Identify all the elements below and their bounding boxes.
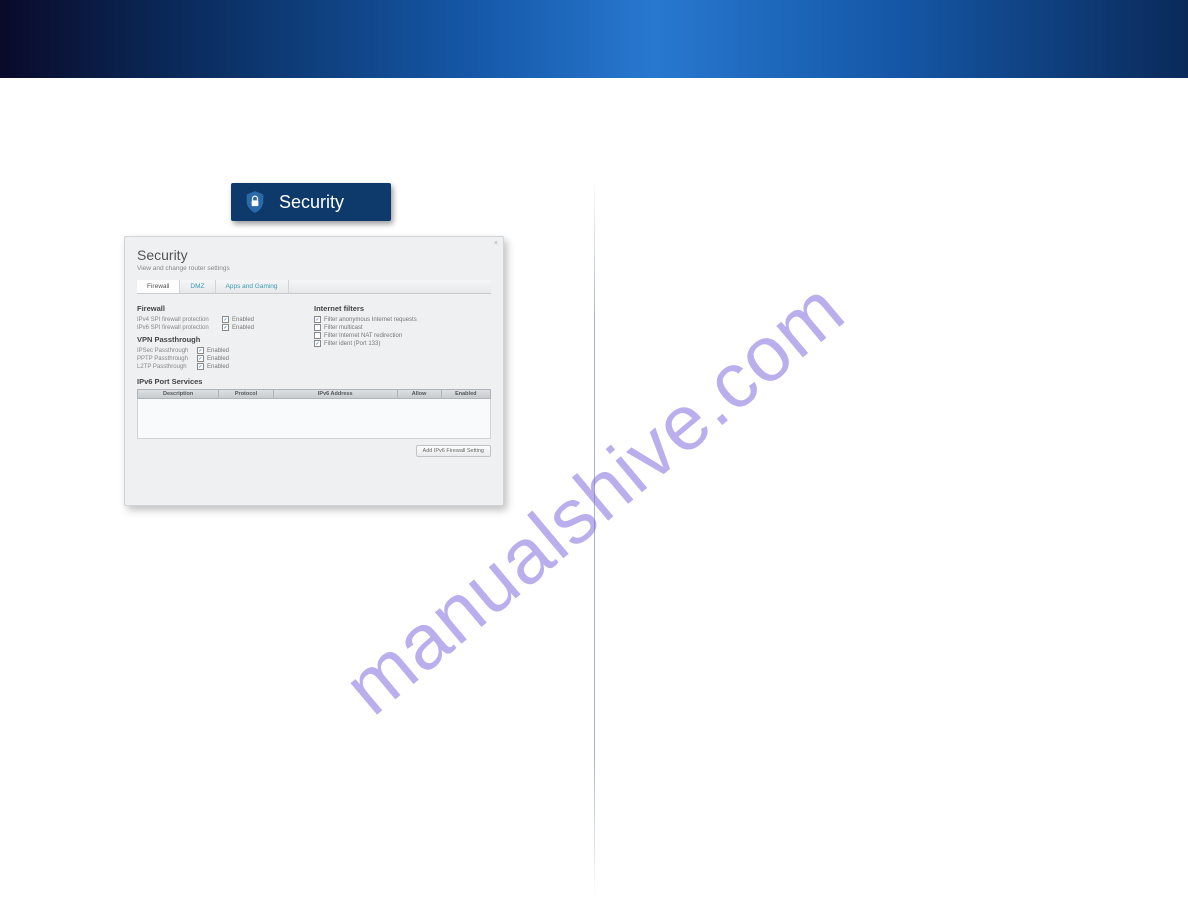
form-body: Firewall IPv4 SPI firewall protection En… xyxy=(137,300,491,371)
filter-row-nat: Filter Internet NAT redirection xyxy=(314,332,491,339)
vpn-heading: VPN Passthrough xyxy=(137,335,314,344)
shield-lock-icon xyxy=(245,191,265,213)
firewall-heading: Firewall xyxy=(137,304,314,313)
vpn-row-ipsec: IPSec Passthrough Enabled xyxy=(137,347,314,354)
row-label: IPv6 SPI firewall protection xyxy=(137,325,222,331)
tab-apps-gaming[interactable]: Apps and Gaming xyxy=(216,280,289,293)
security-badge-label: Security xyxy=(279,192,344,213)
row-label: Filter anonymous Internet requests xyxy=(324,317,417,323)
row-value: Enabled xyxy=(232,325,254,331)
checkbox-icon[interactable] xyxy=(197,347,204,354)
th-allow: Allow xyxy=(398,390,442,398)
checkbox-icon[interactable] xyxy=(314,316,321,323)
table-header: Description Protocol IPv6 Address Allow … xyxy=(137,389,491,399)
panel-title: Security xyxy=(137,247,491,263)
ipv6-port-services: IPv6 Port Services Description Protocol … xyxy=(137,377,491,439)
panel-subtitle: View and change router settings xyxy=(137,265,491,272)
tabs: Firewall DMZ Apps and Gaming xyxy=(137,280,491,294)
firewall-row-ipv6: IPv6 SPI firewall protection Enabled xyxy=(137,324,314,331)
table-body-empty xyxy=(137,399,491,439)
tab-dmz[interactable]: DMZ xyxy=(180,280,215,293)
filter-row-anon: Filter anonymous Internet requests xyxy=(314,316,491,323)
checkbox-icon[interactable] xyxy=(314,332,321,339)
vpn-row-pptp: PPTP Passthrough Enabled xyxy=(137,355,314,362)
row-value: Enabled xyxy=(207,348,229,354)
row-label: Filter ident (Port 133) xyxy=(324,341,380,347)
filters-heading: Internet filters xyxy=(314,304,491,313)
left-column: Firewall IPv4 SPI firewall protection En… xyxy=(137,300,314,371)
checkbox-icon[interactable] xyxy=(222,316,229,323)
security-badge: Security xyxy=(231,183,391,221)
firewall-row-ipv4: IPv4 SPI firewall protection Enabled xyxy=(137,316,314,323)
row-value: Enabled xyxy=(232,317,254,323)
close-icon[interactable]: × xyxy=(494,240,498,247)
row-label: Filter multicast xyxy=(324,325,363,331)
row-label: IPSec Passthrough xyxy=(137,348,197,354)
row-label: L2TP Passthrough xyxy=(137,364,197,370)
row-label: IPv4 SPI firewall protection xyxy=(137,317,222,323)
filter-row-ident: Filter ident (Port 133) xyxy=(314,340,491,347)
security-panel: × Security View and change router settin… xyxy=(124,236,504,506)
panel-footer: Add IPv6 Firewall Setting xyxy=(137,445,491,457)
ipv6-heading: IPv6 Port Services xyxy=(137,377,491,386)
th-protocol: Protocol xyxy=(219,390,274,398)
row-label: Filter Internet NAT redirection xyxy=(324,333,402,339)
right-column: Internet filters Filter anonymous Intern… xyxy=(314,300,491,371)
center-divider xyxy=(594,178,595,898)
th-enabled: Enabled xyxy=(442,390,490,398)
checkbox-icon[interactable] xyxy=(314,340,321,347)
row-label: PPTP Passthrough xyxy=(137,356,197,362)
th-ipv6-address: IPv6 Address xyxy=(274,390,398,398)
checkbox-icon[interactable] xyxy=(197,355,204,362)
add-ipv6-firewall-button[interactable]: Add IPv6 Firewall Setting xyxy=(416,445,491,457)
checkbox-icon[interactable] xyxy=(197,363,204,370)
vpn-row-l2tp: L2TP Passthrough Enabled xyxy=(137,363,314,370)
th-description: Description xyxy=(138,390,219,398)
checkbox-icon[interactable] xyxy=(222,324,229,331)
row-value: Enabled xyxy=(207,356,229,362)
tab-firewall[interactable]: Firewall xyxy=(137,280,180,293)
filter-row-multicast: Filter multicast xyxy=(314,324,491,331)
checkbox-icon[interactable] xyxy=(314,324,321,331)
row-value: Enabled xyxy=(207,364,229,370)
page-content: manualshive.com Security × Security View… xyxy=(0,78,1188,918)
header-banner xyxy=(0,0,1188,78)
